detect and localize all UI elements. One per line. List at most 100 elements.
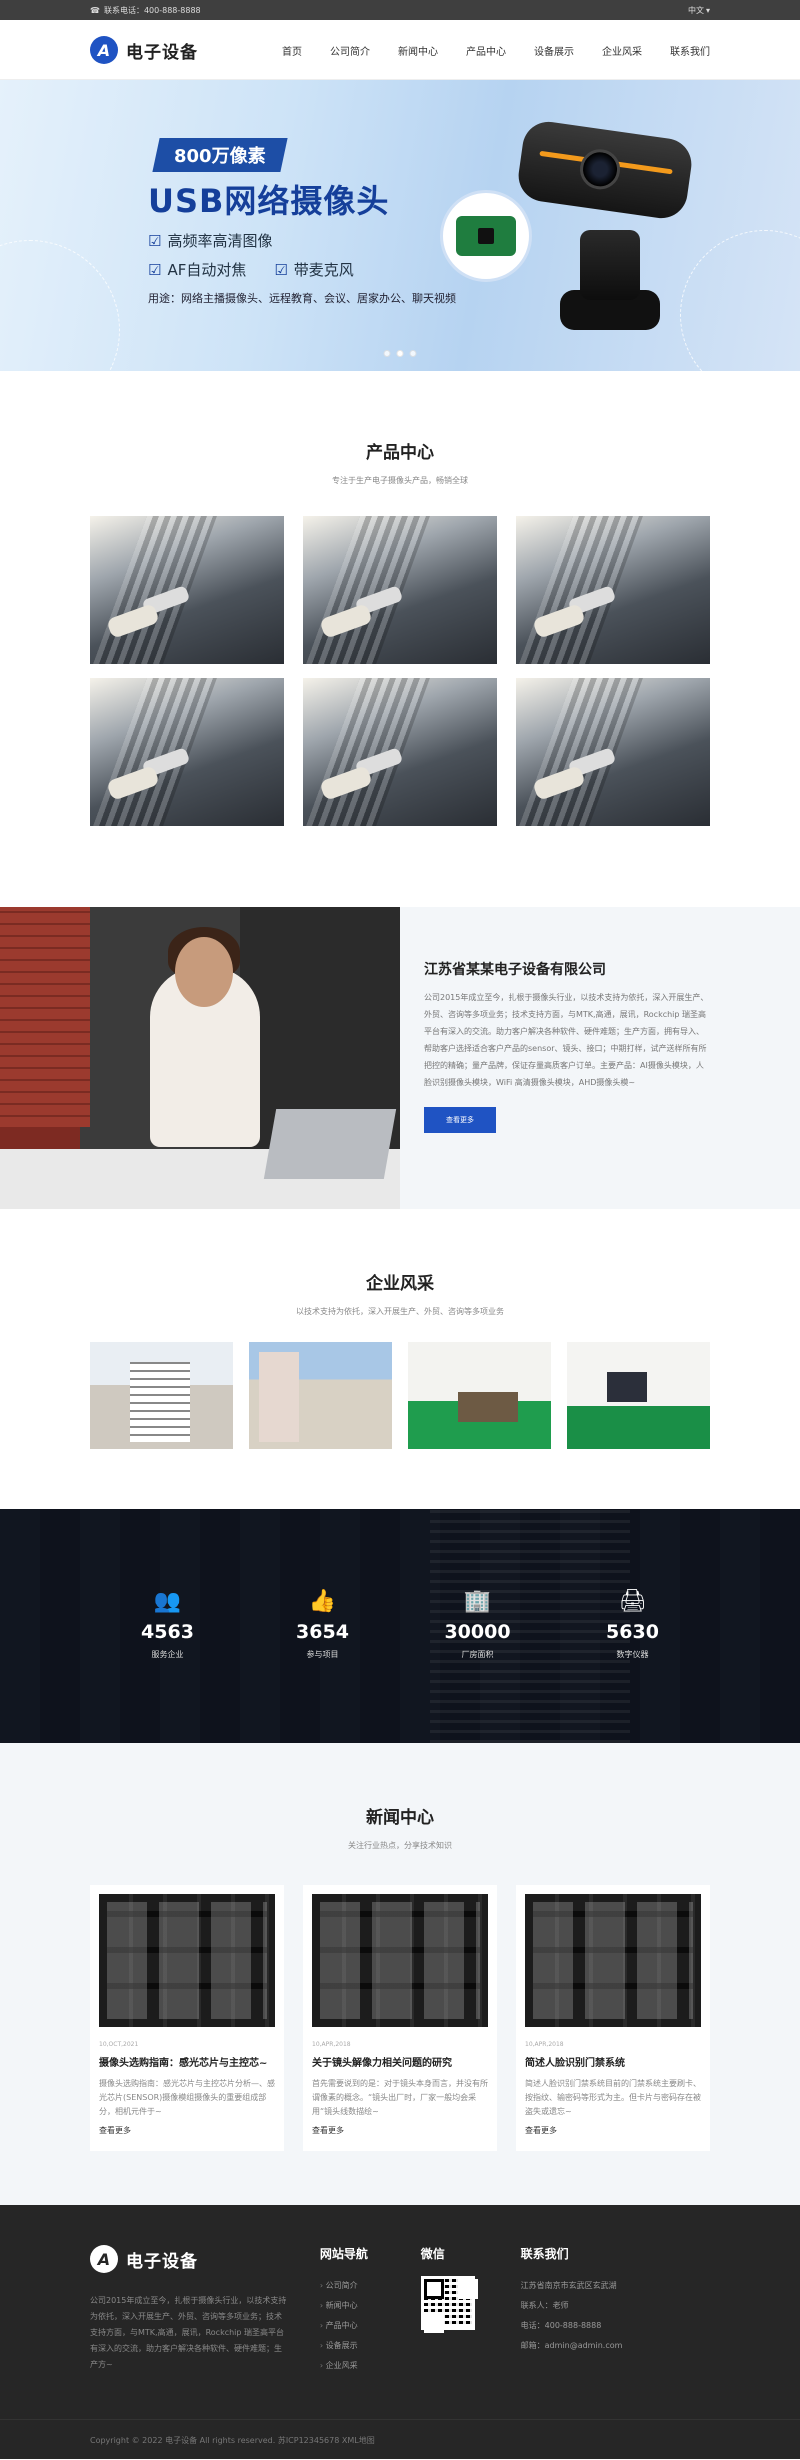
style-title: 企业风采 [366, 1274, 434, 1294]
footer-link-style[interactable]: 企业风采 [320, 2356, 421, 2376]
products-section: 产品中心 专注于生产电子摄像头产品，畅销全球 [0, 371, 800, 907]
language-selector[interactable]: 中文 ▾ [688, 5, 710, 16]
banner-tag: 800万像素 [152, 138, 288, 172]
top-bar: ☎ 联系电话：400-888-8888 中文 ▾ [0, 0, 800, 20]
nav-item-style[interactable]: 企业风采 [602, 43, 642, 58]
about-section: 江苏省某某电子设备有限公司 公司2015年成立至今，扎根于摄像头行业，以技术支持… [0, 907, 800, 1209]
news-summary: 摄像头选购指南：感光芯片与主控芯片分析—、感光芯片(SENSOR)摄像模组摄像头… [99, 2079, 275, 2116]
company-description: 公司2015年成立至今，扎根于摄像头行业，以技术支持为依托，深入开展生产、外贸、… [424, 993, 709, 1087]
site-logo[interactable]: A 电子设备 [90, 36, 198, 64]
news-more-link[interactable]: 查看更多 [525, 2125, 701, 2136]
stat-number: 4563 [141, 1621, 194, 1643]
carousel-dot[interactable] [396, 350, 404, 357]
news-image [525, 1894, 701, 2027]
stat-number: 30000 [444, 1621, 511, 1643]
stat-label: 服务企业 [151, 1650, 184, 1659]
news-summary: 简述人脸识别门禁系统目前的门禁系统主要刷卡、按指纹、输密码等形式为主。但卡片与密… [525, 2079, 701, 2116]
gallery-image[interactable] [249, 1342, 392, 1449]
stat-item: 🖨 5630 数字仪器 [555, 1589, 710, 1660]
gallery-image[interactable] [90, 1342, 233, 1449]
check-icon: ☑ [148, 260, 162, 279]
footer-about: 公司2015年成立至今，扎根于摄像头行业，以技术支持为依托，深入开展生产、外贸、… [90, 2296, 287, 2369]
globe-decoration [0, 240, 120, 371]
footer-link-equipment[interactable]: 设备展示 [320, 2336, 421, 2356]
footer-link-news[interactable]: 新闻中心 [320, 2296, 421, 2316]
thumbs-up-icon: 👍 [308, 1589, 337, 1614]
users-icon: 👥 [153, 1589, 182, 1614]
site-footer: A 电子设备 公司2015年成立至今，扎根于摄像头行业，以技术支持为依托，深入开… [0, 2205, 800, 2459]
footer-contact-title: 联系我们 [520, 2247, 569, 2261]
gallery-image[interactable] [408, 1342, 551, 1449]
carousel-dot[interactable] [383, 350, 391, 357]
company-name: 江苏省某某电子设备有限公司 [424, 962, 606, 978]
nav-item-contact[interactable]: 联系我们 [670, 43, 710, 58]
contact-person: 联系人：老师 [520, 2301, 569, 2310]
style-gallery [90, 1342, 710, 1449]
carousel-dot[interactable] [409, 350, 417, 357]
product-card[interactable] [303, 678, 497, 826]
product-card[interactable] [90, 516, 284, 664]
check-icon: ☑ [148, 231, 162, 250]
chevron-down-icon: ▾ [705, 5, 710, 15]
news-headline[interactable]: 摄像头选购指南：感光芯片与主控芯~ [99, 2054, 275, 2069]
banner-feature: ☑ AF自动对焦 [148, 260, 247, 280]
banner-title: USB网络摄像头 [148, 182, 390, 220]
news-headline[interactable]: 简述人脸识别门禁系统 [525, 2054, 701, 2069]
stat-number: 5630 [606, 1621, 659, 1643]
products-title: 产品中心 [366, 443, 434, 463]
logo-icon: A [90, 36, 118, 64]
stat-item: 🏢 30000 厂房面积 [400, 1589, 555, 1660]
building-icon: 🏢 [463, 1589, 492, 1614]
product-card[interactable] [516, 516, 710, 664]
stat-label: 厂房面积 [461, 1650, 494, 1659]
news-date: 10,APR,2018 [525, 2041, 564, 2048]
main-nav: 首页 公司简介 新闻中心 产品中心 设备展示 企业风采 联系我们 [282, 43, 710, 58]
pcb-image [440, 190, 532, 282]
banner-text: 800万像素 USB网络摄像头 ☑ 高频率高清图像 ☑ AF自动对焦 ☑ 带麦克… [148, 138, 456, 306]
news-image [312, 1894, 488, 2027]
stat-label: 数字仪器 [616, 1650, 649, 1659]
nav-item-home[interactable]: 首页 [282, 43, 302, 58]
news-more-link[interactable]: 查看更多 [99, 2125, 275, 2136]
stat-number: 3654 [296, 1621, 349, 1643]
language-label: 中文 [687, 5, 704, 15]
wechat-qr-code [420, 2276, 475, 2330]
nav-item-news[interactable]: 新闻中心 [398, 43, 438, 58]
copyright-text: Copyright © 2022 电子设备 All rights reserve… [90, 2435, 375, 2445]
logo-icon: A [90, 2245, 118, 2273]
stats-section: 👥 4563 服务企业 👍 3654 参与项目 🏢 30000 厂房面积 🖨 5… [0, 1509, 800, 1743]
site-header: A 电子设备 首页 公司简介 新闻中心 产品中心 设备展示 企业风采 联系我们 [0, 20, 800, 80]
news-grid: 10,OCT,2021 摄像头选购指南：感光芯片与主控芯~ 摄像头选购指南：感光… [90, 1885, 710, 2151]
banner-feature: ☑ 带麦克风 [274, 260, 354, 280]
footer-logo[interactable]: A 电子设备 [90, 2245, 290, 2273]
nav-item-about[interactable]: 公司简介 [330, 43, 370, 58]
printer-icon: 🖨 [618, 1589, 647, 1614]
style-subtitle: 以技术支持为依托，深入开展生产、外贸、咨询等多项业务 [296, 1307, 504, 1316]
nav-item-equipment[interactable]: 设备展示 [534, 43, 574, 58]
footer-logo-text: 电子设备 [126, 2251, 198, 2272]
stat-item: 👍 3654 参与项目 [245, 1589, 400, 1660]
about-more-button[interactable]: 查看更多 [424, 1107, 496, 1133]
phone-icon: ☎ [90, 5, 100, 15]
footer-link-products[interactable]: 产品中心 [320, 2316, 421, 2336]
banner-usage: 用途：网络主播摄像头、远程教育、会议、居家办公、聊天视频 [148, 292, 456, 305]
gallery-image[interactable] [567, 1342, 710, 1449]
product-card[interactable] [303, 516, 497, 664]
hero-banner[interactable]: 800万像素 USB网络摄像头 ☑ 高频率高清图像 ☑ AF自动对焦 ☑ 带麦克… [0, 80, 800, 371]
product-grid [90, 516, 710, 826]
news-card[interactable]: 10,APR,2018 简述人脸识别门禁系统 简述人脸识别门禁系统目前的门禁系统… [516, 1885, 710, 2151]
product-card[interactable] [90, 678, 284, 826]
top-phone: ☎ 联系电话：400-888-8888 [90, 5, 201, 16]
news-image [99, 1894, 275, 2027]
footer-nav-title: 网站导航 [319, 2247, 368, 2261]
products-subtitle: 专注于生产电子摄像头产品，畅销全球 [332, 476, 468, 485]
banner-feature: ☑ 高频率高清图像 [148, 231, 273, 251]
news-card[interactable]: 10,APR,2018 关于镜头解像力相关问题的研究 首先需要说到的是：对于镜头… [303, 1885, 497, 2151]
top-phone-text: 联系电话：400-888-8888 [103, 5, 201, 15]
footer-link-about[interactable]: 公司简介 [320, 2276, 421, 2296]
news-card[interactable]: 10,OCT,2021 摄像头选购指南：感光芯片与主控芯~ 摄像头选购指南：感光… [90, 1885, 284, 2151]
product-card[interactable] [516, 678, 710, 826]
news-headline[interactable]: 关于镜头解像力相关问题的研究 [312, 2054, 488, 2069]
news-more-link[interactable]: 查看更多 [312, 2125, 488, 2136]
nav-item-products[interactable]: 产品中心 [466, 43, 506, 58]
